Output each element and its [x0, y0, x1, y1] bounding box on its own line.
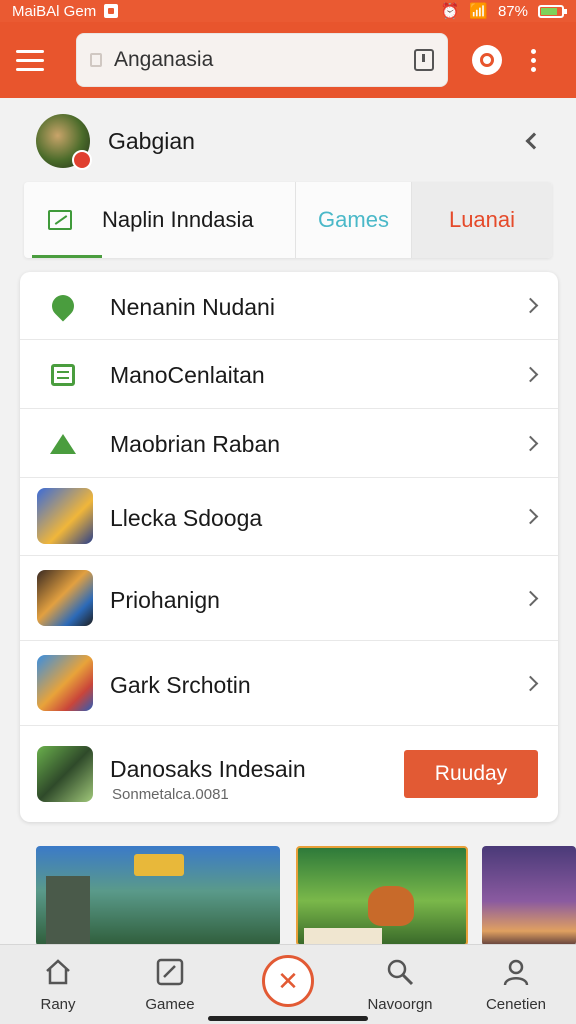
- game-thumbnail: [37, 570, 93, 626]
- home-indicator: [208, 1016, 368, 1021]
- game-thumbnail: [37, 488, 93, 544]
- edit-icon: [48, 210, 72, 230]
- share-icon[interactable]: [414, 49, 434, 71]
- ready-button[interactable]: Ruuday: [404, 750, 538, 798]
- banner-art: [368, 886, 414, 926]
- carrier-label: MaiBAl Gem: [12, 2, 97, 20]
- center-action-button[interactable]: ✕: [262, 955, 314, 1007]
- game-thumbnail: [37, 655, 93, 711]
- nav-label: Navoorgn: [367, 996, 433, 1013]
- tools-icon: ✕: [277, 965, 299, 996]
- tab-label: Games: [318, 207, 389, 232]
- banner-logo: [304, 928, 382, 944]
- chevron-right-icon: [522, 297, 539, 314]
- chevron-left-icon[interactable]: [525, 132, 543, 150]
- nav-games[interactable]: Gamee: [140, 945, 200, 1024]
- more-options-icon[interactable]: [528, 48, 538, 72]
- list-item[interactable]: Gark Srchotin: [20, 641, 558, 726]
- alarm-icon: ⏰: [440, 3, 460, 20]
- game-thumbnail: [37, 746, 93, 802]
- tab-naplin[interactable]: Naplin Inndasia: [24, 182, 296, 258]
- avatar[interactable]: [36, 114, 92, 170]
- bottom-navigation: Rany Gamee ✕ Navoorgn Cenetien: [0, 944, 576, 1024]
- list-icon: [50, 362, 76, 388]
- chevron-right-icon: [522, 675, 539, 692]
- featured-subtitle: Sonmetalca.0081: [112, 786, 229, 803]
- featured-item: Danosaks Indesain Sonmetalca.0081 Ruuday: [20, 726, 558, 822]
- profile-header: Gabgian: [36, 112, 556, 170]
- nav-search[interactable]: Navoorgn: [364, 945, 436, 1024]
- battery-icon: [538, 4, 567, 18]
- list-item[interactable]: Llecka Sdooga: [20, 478, 558, 556]
- notification-icon: [104, 4, 119, 18]
- chevron-right-icon: [522, 508, 539, 525]
- account-icon[interactable]: [472, 45, 502, 75]
- nav-label: Cenetien: [485, 996, 547, 1013]
- list-item[interactable]: Maobrian Raban: [20, 409, 558, 478]
- home-icon: [43, 957, 73, 987]
- list-item-label: Llecka Sdooga: [110, 505, 263, 531]
- banner-art: [46, 876, 90, 946]
- chevron-right-icon: [522, 590, 539, 607]
- list-item[interactable]: Nenanin Nudani: [20, 272, 558, 340]
- banner-logo: [134, 854, 184, 876]
- house-icon: [50, 431, 76, 457]
- banner-carousel: [36, 846, 576, 946]
- chevron-right-icon: [522, 366, 539, 383]
- featured-title: Danosaks Indesain: [110, 756, 306, 782]
- list-item-label: ManoCenlaitan: [110, 362, 265, 388]
- tab-label: Naplin Inndasia: [102, 207, 254, 232]
- tab-bar: Naplin Inndasia Games Luanai: [24, 182, 552, 258]
- list-item[interactable]: ManoCenlaitan: [20, 340, 558, 409]
- list-item-label: Maobrian Raban: [110, 431, 281, 457]
- list-item-label: Priohanign: [110, 587, 220, 613]
- leaf-icon: [47, 290, 79, 322]
- search-icon: [385, 957, 415, 987]
- status-bar: MaiBAl Gem ⏰ 📶 87%: [0, 0, 576, 22]
- wifi-icon: 📶: [469, 3, 488, 20]
- profile-name: Gabgian: [108, 127, 195, 154]
- search-input[interactable]: [114, 48, 414, 72]
- game-banner[interactable]: [36, 846, 280, 946]
- chevron-right-icon: [522, 435, 539, 452]
- tab-games[interactable]: Games: [296, 182, 412, 258]
- list-item-label: Nenanin Nudani: [110, 294, 275, 320]
- app-bar: [0, 22, 576, 98]
- nav-label: Rany: [40, 996, 76, 1013]
- game-banner[interactable]: [296, 846, 468, 946]
- tab-label: Luanai: [448, 207, 516, 232]
- lock-icon: [90, 53, 102, 67]
- tab-luanai[interactable]: Luanai: [412, 182, 552, 258]
- list-item-label: Gark Srchotin: [110, 672, 251, 698]
- battery-level: 87%: [497, 2, 528, 20]
- profile-icon: [501, 957, 531, 987]
- nav-home[interactable]: Rany: [28, 945, 88, 1024]
- list-item[interactable]: Priohanign: [20, 556, 558, 641]
- menu-list: Nenanin Nudani ManoCenlaitan Maobrian Ra…: [20, 272, 558, 822]
- search-bar[interactable]: [76, 33, 448, 87]
- games-icon: [155, 957, 185, 987]
- nav-label: Gamee: [145, 996, 195, 1013]
- nav-profile[interactable]: Cenetien: [480, 945, 552, 1024]
- game-banner[interactable]: [482, 846, 576, 946]
- menu-icon[interactable]: [16, 38, 60, 82]
